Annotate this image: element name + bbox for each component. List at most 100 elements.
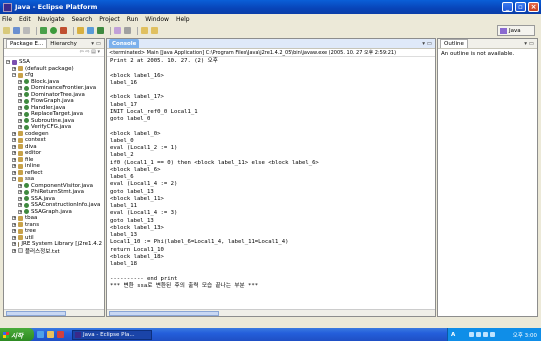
tree-item-label: editor: [25, 150, 42, 157]
menu-edit[interactable]: Edit: [19, 16, 31, 23]
forward-icon[interactable]: [151, 27, 158, 34]
tab-package-explorer[interactable]: Package E...: [6, 39, 48, 48]
tree-item-label: Subroutine.java: [31, 117, 75, 124]
menu-project[interactable]: Project: [99, 16, 120, 23]
package-explorer-pane: Package E... Hierarchy ▾ ▭ ⇦ ⇨ ▤ ▾ − SSA +…: [3, 38, 105, 317]
debug-icon[interactable]: [40, 27, 47, 34]
tray-icon[interactable]: [483, 332, 489, 337]
print-icon[interactable]: [23, 27, 30, 34]
collapse-toggle-icon[interactable]: −: [6, 60, 10, 65]
tree-item-label: DominanceFrontier.java: [31, 85, 97, 92]
expand-toggle-icon[interactable]: +: [18, 209, 22, 214]
external-tools-icon[interactable]: [60, 27, 67, 34]
view-controls[interactable]: ▾ ▭: [91, 41, 101, 47]
save-icon[interactable]: [13, 27, 20, 34]
menu-window[interactable]: Window: [145, 16, 169, 23]
console-line: <block label_0>: [110, 130, 161, 137]
console-scroll-thumb[interactable]: [109, 311, 219, 316]
minimize-button[interactable]: _: [502, 2, 513, 12]
new-package-icon[interactable]: [87, 27, 94, 34]
expand-toggle-icon[interactable]: +: [18, 79, 22, 84]
expand-toggle-icon[interactable]: +: [12, 144, 16, 149]
task-eclipse[interactable]: Java - Eclipse Pla...: [72, 329, 152, 340]
tree-item-label: PhiReturnStmt.java: [31, 189, 85, 196]
outline-pane: Outline ▾ ▭ An outline is not available.: [437, 38, 538, 317]
expand-toggle-icon[interactable]: +: [12, 216, 16, 221]
console-line: goto label_13: [110, 217, 154, 224]
expand-toggle-icon[interactable]: +: [12, 235, 16, 240]
expand-toggle-icon[interactable]: +: [12, 66, 16, 71]
menu-run[interactable]: Run: [127, 16, 139, 23]
start-button[interactable]: 시작: [0, 328, 34, 341]
expand-toggle-icon[interactable]: +: [12, 164, 16, 169]
collapse-toggle-icon[interactable]: −: [12, 73, 16, 78]
console-process-label: <terminated> Main [Java Application] C:\…: [107, 49, 435, 57]
expand-toggle-icon[interactable]: +: [12, 242, 16, 247]
collapse-toggle-icon[interactable]: −: [12, 177, 16, 182]
horizontal-scrollbar[interactable]: [4, 309, 104, 316]
package-icon: [18, 66, 23, 72]
run-icon[interactable]: [50, 27, 57, 34]
java-perspective-button[interactable]: Java: [497, 25, 535, 36]
expand-toggle-icon[interactable]: +: [12, 151, 16, 156]
expand-toggle-icon[interactable]: +: [18, 203, 22, 208]
tray-icon[interactable]: [490, 332, 496, 337]
expand-toggle-icon[interactable]: +: [18, 125, 22, 130]
expand-toggle-icon[interactable]: +: [18, 190, 22, 195]
tree-item[interactable]: + 플러스정보.txt: [6, 248, 102, 255]
menu-search[interactable]: Search: [72, 16, 93, 23]
expand-toggle-icon[interactable]: +: [12, 222, 16, 227]
tab-hierarchy[interactable]: Hierarchy: [47, 39, 80, 48]
expand-toggle-icon[interactable]: +: [18, 112, 22, 117]
console-horizontal-scrollbar[interactable]: [107, 309, 435, 316]
open-type-icon[interactable]: [114, 27, 121, 34]
outline-controls[interactable]: ▾ ▭: [524, 41, 534, 47]
package-icon: [18, 72, 23, 78]
tray-icon[interactable]: [476, 332, 482, 337]
console-output[interactable]: Print 2 at 2005. 10. 27. (2) 오후 <block la…: [107, 57, 435, 291]
window-title-bar[interactable]: Java - Eclipse Platform _ ▫ ×: [0, 0, 541, 14]
quicklaunch-icon[interactable]: [57, 331, 64, 338]
console-line: Local1_10 := Phi(label_6=Local1_4, label…: [110, 239, 289, 246]
expand-toggle-icon[interactable]: +: [12, 229, 16, 234]
console-pane: Console ▾ ▭ <terminated> Main [Java Appl…: [106, 38, 436, 317]
scroll-thumb[interactable]: [6, 311, 66, 316]
expand-toggle-icon[interactable]: +: [18, 86, 22, 91]
console-controls[interactable]: ▾ ▭: [422, 41, 432, 47]
expand-toggle-icon[interactable]: +: [12, 138, 16, 143]
close-button[interactable]: ×: [528, 2, 539, 12]
expand-toggle-icon[interactable]: +: [12, 157, 16, 162]
expand-toggle-icon[interactable]: +: [18, 99, 22, 104]
tree-item-label: inline: [25, 163, 40, 170]
expand-toggle-icon[interactable]: +: [12, 170, 16, 175]
expand-toggle-icon[interactable]: +: [18, 183, 22, 188]
back-icon[interactable]: [141, 27, 148, 34]
search-icon[interactable]: [124, 27, 131, 34]
expand-toggle-icon[interactable]: +: [12, 248, 16, 253]
ime-indicator[interactable]: A: [451, 332, 455, 338]
tray-icon[interactable]: [469, 332, 475, 337]
folder-icon[interactable]: [47, 331, 54, 338]
view-toolbar[interactable]: ⇦ ⇨ ▤ ▾: [4, 49, 104, 57]
ie-icon[interactable]: [37, 331, 44, 338]
tree-item-label: tree: [25, 228, 37, 235]
expand-toggle-icon[interactable]: +: [18, 92, 22, 97]
menu-file[interactable]: File: [2, 16, 12, 23]
eclipse-app-icon: [3, 2, 12, 12]
expand-toggle-icon[interactable]: +: [18, 196, 22, 201]
expand-toggle-icon[interactable]: +: [18, 118, 22, 123]
tab-console[interactable]: Console: [109, 39, 140, 48]
new-java-project-icon[interactable]: [77, 27, 84, 34]
expand-toggle-icon[interactable]: +: [12, 131, 16, 136]
status-bar: [0, 319, 541, 328]
menu-help[interactable]: Help: [176, 16, 190, 23]
tree-item-label: cfg: [25, 72, 34, 79]
expand-toggle-icon[interactable]: +: [18, 105, 22, 110]
new-class-icon[interactable]: [97, 27, 104, 34]
tab-outline[interactable]: Outline: [440, 39, 468, 48]
maximize-button[interactable]: ▫: [515, 2, 526, 12]
new-icon[interactable]: [3, 27, 10, 34]
menu-navigate[interactable]: Navigate: [38, 16, 65, 23]
